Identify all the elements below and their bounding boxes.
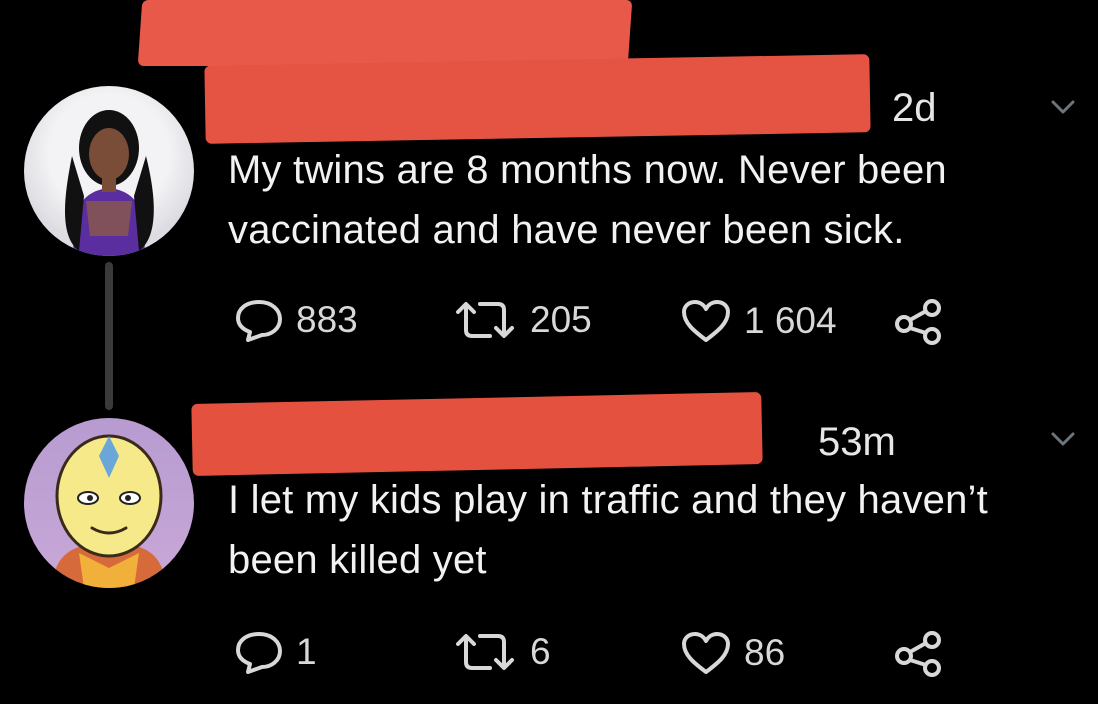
retweet-icon bbox=[456, 302, 514, 338]
share-icon bbox=[895, 631, 941, 677]
redaction-mark bbox=[204, 54, 871, 144]
avatar-woman-image bbox=[64, 110, 154, 256]
reply-button[interactable]: 1 bbox=[234, 630, 317, 674]
share-button[interactable] bbox=[894, 630, 944, 678]
redaction-mark bbox=[191, 392, 763, 476]
tweet-timestamp: 53m bbox=[818, 420, 896, 464]
tweet-text: My twins are 8 months now. Never been va… bbox=[228, 148, 947, 252]
retweet-button[interactable]: 6 bbox=[452, 630, 551, 674]
like-count: 1 604 bbox=[744, 300, 837, 341]
retweet-count: 205 bbox=[530, 299, 592, 340]
share-button[interactable] bbox=[894, 298, 944, 346]
reply-icon bbox=[236, 632, 282, 674]
reply-button[interactable]: 883 bbox=[234, 298, 358, 342]
heart-icon bbox=[682, 632, 730, 674]
tweet-timestamp: 2d bbox=[892, 86, 937, 130]
reply-count: 883 bbox=[296, 299, 358, 340]
retweet-count: 6 bbox=[530, 631, 551, 672]
like-count: 86 bbox=[744, 632, 786, 673]
thread-connector-line bbox=[105, 262, 113, 410]
reply-count: 1 bbox=[296, 631, 317, 672]
retweet-icon bbox=[456, 634, 514, 670]
avatar-cartoon-image bbox=[52, 434, 166, 588]
redaction-mark bbox=[137, 0, 633, 66]
share-icon bbox=[895, 299, 941, 345]
like-button[interactable]: 1 604 bbox=[680, 298, 837, 344]
avatar[interactable] bbox=[24, 86, 194, 256]
chevron-down-icon[interactable] bbox=[1048, 424, 1078, 454]
chevron-down-icon[interactable] bbox=[1048, 92, 1078, 122]
like-button[interactable]: 86 bbox=[680, 630, 785, 676]
retweet-button[interactable]: 205 bbox=[452, 298, 592, 342]
tweet-text: I let my kids play in traffic and they h… bbox=[228, 478, 988, 582]
heart-icon bbox=[682, 300, 730, 342]
reply-icon bbox=[236, 300, 282, 342]
avatar[interactable] bbox=[24, 418, 194, 588]
